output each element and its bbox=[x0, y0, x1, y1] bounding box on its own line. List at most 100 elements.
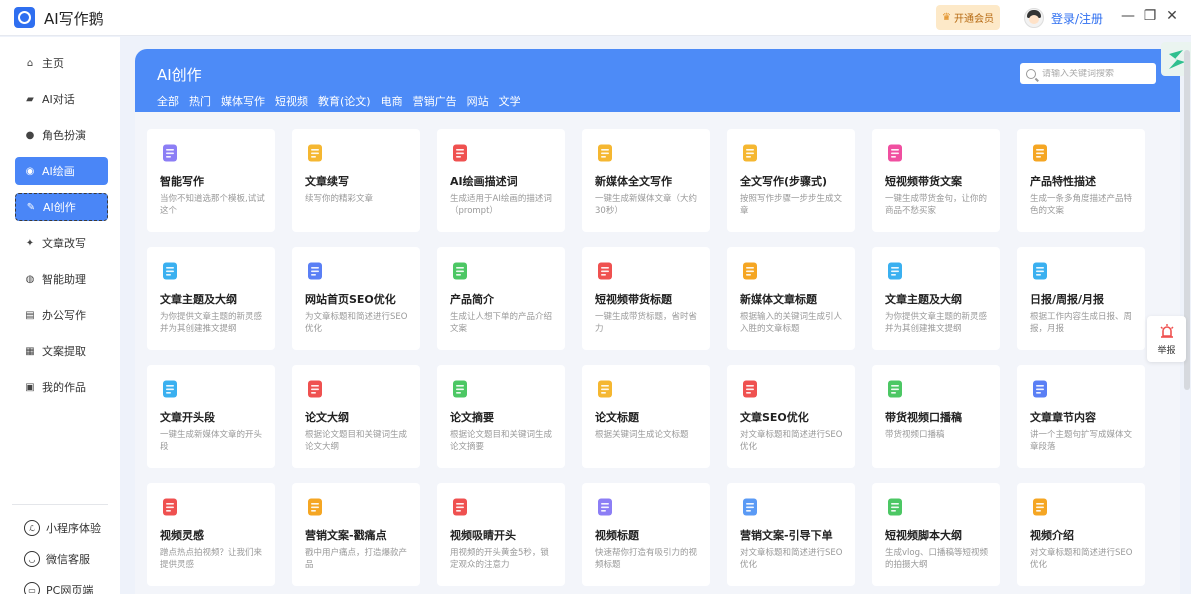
template-description: 对文章标题和简述进行SEO优化 bbox=[740, 548, 843, 570]
template-card[interactable]: 文章章节内容讲一个主题句扩写成媒体文章段落 bbox=[1017, 365, 1145, 468]
template-description: 带货视频口播稿 bbox=[885, 430, 945, 440]
mask-icon: ● bbox=[25, 129, 35, 141]
template-card[interactable]: 新媒体文章标题 根据输入的关键词生成引人入胜的文章标题 bbox=[727, 247, 855, 350]
template-icon bbox=[450, 261, 470, 281]
template-title: 产品简介 bbox=[450, 293, 494, 306]
sidebar-item-5[interactable]: ✦ 文章改写 bbox=[15, 229, 108, 257]
template-card[interactable]: AI绘画描述词生成适用于AI绘画的描述词（prompt） bbox=[437, 129, 565, 232]
crown-icon: ♛ bbox=[942, 12, 951, 23]
restore-icon[interactable]: ❐ bbox=[1141, 8, 1159, 24]
sidebar-item-6[interactable]: ◍ 智能助理 bbox=[15, 265, 108, 293]
tab-2[interactable]: 媒体写作 bbox=[221, 93, 265, 114]
template-card[interactable]: 新媒体全文写作 一键生成新媒体文章（大约30秒） bbox=[582, 129, 710, 232]
template-card[interactable]: 文章开头段 一键生成新媒体文章的开头段 bbox=[147, 365, 275, 468]
template-grid: 智能写作 当你不知道选那个模板,试试这个 文章续写 续写你的精彩文章 AI绘画描述词 生成… bbox=[135, 112, 1180, 594]
template-title: 营销文案-戳痛点 bbox=[305, 529, 387, 542]
template-card[interactable]: 文章主题及大纲 为你提供文章主题的新灵感并为其创建推文提纲 bbox=[872, 247, 1000, 350]
template-description: 生成vlog、口播稿等短视频的拍摄大纲 bbox=[885, 548, 988, 570]
template-description: 生成适用于AI绘画的描述词（prompt） bbox=[450, 194, 552, 216]
template-card[interactable]: 视频吸睛开头 用视频的开头黄金5秒，锁定观众的注意力 bbox=[437, 483, 565, 586]
template-title: 全文写作(步骤式) bbox=[740, 175, 828, 188]
template-title: 文章主题及大纲 bbox=[885, 293, 962, 306]
sidebar-item-3[interactable]: ◉ AI绘画 bbox=[15, 157, 108, 185]
sidebar-item-9[interactable]: ▣ 我的作品 bbox=[15, 373, 108, 401]
tab-4[interactable]: 教育(论文) bbox=[318, 93, 371, 114]
sidebar-item-1[interactable]: ▰ AI对话 bbox=[15, 85, 108, 113]
template-card[interactable]: 视频介绍 对文章标题和简述进行SEO优化 bbox=[1017, 483, 1145, 586]
template-icon bbox=[740, 261, 760, 281]
template-description: 戳中用户痛点，打造爆款产品 bbox=[305, 548, 408, 570]
template-description: 快速帮你打造有吸引力的视频标题 bbox=[595, 548, 698, 570]
template-description: 续写你的精彩文章 bbox=[305, 194, 374, 204]
bottom-link-1[interactable]: ◡ 微信客服 bbox=[24, 551, 90, 567]
avatar[interactable] bbox=[1024, 8, 1044, 28]
banner-title: AI创作 bbox=[157, 66, 202, 84]
app-title: AI写作鹅 bbox=[44, 10, 104, 28]
template-title: 文章续写 bbox=[305, 175, 349, 188]
template-card[interactable]: 论文大纲 根据论文题目和关键词生成论文大纲 bbox=[292, 365, 420, 468]
bulb-icon: ✦ bbox=[25, 237, 35, 249]
search-box[interactable] bbox=[1020, 63, 1156, 84]
template-icon bbox=[160, 143, 180, 163]
bottom-link-2[interactable]: ▭ PC网页端 bbox=[24, 582, 93, 594]
template-card[interactable]: 智能写作 当你不知道选那个模板,试试这个 bbox=[147, 129, 275, 232]
template-icon bbox=[595, 379, 615, 399]
template-icon bbox=[885, 261, 905, 281]
tab-0[interactable]: 全部 bbox=[157, 93, 179, 114]
template-icon bbox=[595, 143, 615, 163]
search-input[interactable] bbox=[1042, 68, 1152, 79]
tab-6[interactable]: 营销广告 bbox=[413, 93, 457, 114]
template-card[interactable]: 文章SEO优化 对文章标题和简述进行SEO优化 bbox=[727, 365, 855, 468]
template-description: 一键生成带货标题，省时省力 bbox=[595, 312, 698, 334]
template-card[interactable]: 短视频带货文案 一键生成带货金句，让你的商品不愁买家 bbox=[872, 129, 1000, 232]
sidebar-item-0[interactable]: ⌂ 主页 bbox=[15, 49, 108, 77]
template-card[interactable]: 文章主题及大纲 为你提供文章主题的新灵感 并为其创建推文提纲 bbox=[147, 247, 275, 350]
template-card[interactable]: 营销文案-引导下单 对文章标题和简述进行SEO优化 bbox=[727, 483, 855, 586]
template-card[interactable]: 论文标题 根据关键词生成论文标题 bbox=[582, 365, 710, 468]
template-title: 视频吸睛开头 bbox=[450, 529, 516, 542]
template-card[interactable]: 带货视频口播稿 带货视频口播稿 bbox=[872, 365, 1000, 468]
sidebar-item-7[interactable]: ▤ 办公写作 bbox=[15, 301, 108, 329]
template-card[interactable]: 产品特性描述 生成一条多角度描述产品特色的文案 bbox=[1017, 129, 1145, 232]
sidebar-item-label: 文章改写 bbox=[42, 237, 86, 250]
template-title: AI绘画描述词 bbox=[450, 175, 518, 188]
template-card[interactable]: 文章续写续写你的精彩文章 bbox=[292, 129, 420, 232]
template-icon bbox=[740, 379, 760, 399]
template-title: 论文标题 bbox=[595, 411, 639, 424]
tab-8[interactable]: 文学 bbox=[499, 93, 521, 114]
template-card[interactable]: 短视频带货标题 一键生成带货标题，省时省力 bbox=[582, 247, 710, 350]
login-register-link[interactable]: 登录/注册 bbox=[1051, 10, 1103, 27]
template-card[interactable]: 短视频脚本大纲 生成vlog、口播稿等短视频的拍摄大纲 bbox=[872, 483, 1000, 586]
sidebar-item-2[interactable]: ● 角色扮演 bbox=[15, 121, 108, 149]
tab-1[interactable]: 热门 bbox=[189, 93, 211, 114]
template-card[interactable]: 日报/周报/月报 根据工作内容生成日报、周报，月报 bbox=[1017, 247, 1145, 350]
report-button[interactable]: 举报 bbox=[1147, 316, 1186, 362]
chat-icon: ▰ bbox=[26, 93, 34, 105]
tab-5[interactable]: 电商 bbox=[381, 93, 403, 114]
template-card[interactable]: 论文摘要 根据论文题目和关键词生成论文摘要 bbox=[437, 365, 565, 468]
template-title: 文章章节内容 bbox=[1030, 411, 1096, 424]
template-card[interactable]: 视频灵感 蹭点热点拍视频？让我们来提供灵感 bbox=[147, 483, 275, 586]
template-card[interactable]: 产品简介 生成让人想下单的产品介绍文案 bbox=[437, 247, 565, 350]
template-description: 讲一个主题句扩写成媒体文章段落 bbox=[1030, 430, 1133, 452]
template-description: 根据论文题目和关键词生成论文大纲 bbox=[305, 430, 408, 452]
template-title: 短视频带货文案 bbox=[885, 175, 962, 188]
vip-button[interactable]: ♛ 开通会员 bbox=[936, 5, 1000, 30]
template-icon bbox=[160, 379, 180, 399]
sidebar-item-8[interactable]: ▦ 文案提取 bbox=[15, 337, 108, 365]
template-card[interactable]: 网站首页SEO优化 为文章标题和简述进行SEO优化 bbox=[292, 247, 420, 350]
template-icon bbox=[1030, 497, 1050, 517]
template-title: 文章开头段 bbox=[160, 411, 215, 424]
folder-icon: ▣ bbox=[25, 381, 35, 393]
template-card[interactable]: 视频标题 快速帮你打造有吸引力的视频标题 bbox=[582, 483, 710, 586]
minimize-icon[interactable]: — bbox=[1119, 8, 1137, 24]
template-title: 网站首页SEO优化 bbox=[305, 293, 396, 306]
close-icon[interactable]: ✕ bbox=[1163, 8, 1181, 24]
sidebar-item-4[interactable]: ✎ AI创作 bbox=[15, 193, 108, 221]
tab-7[interactable]: 网站 bbox=[467, 93, 489, 114]
bottom-link-0[interactable]: ℒ 小程序体验 bbox=[24, 520, 101, 536]
template-card[interactable]: 营销文案-戳痛点戳中用户痛点，打造爆款产品 bbox=[292, 483, 420, 586]
template-description: 对文章标题和简述进行SEO优化 bbox=[1030, 548, 1133, 570]
template-card[interactable]: 全文写作(步骤式) 按照写作步骤一步步生成文章 bbox=[727, 129, 855, 232]
tab-3[interactable]: 短视频 bbox=[275, 93, 308, 114]
